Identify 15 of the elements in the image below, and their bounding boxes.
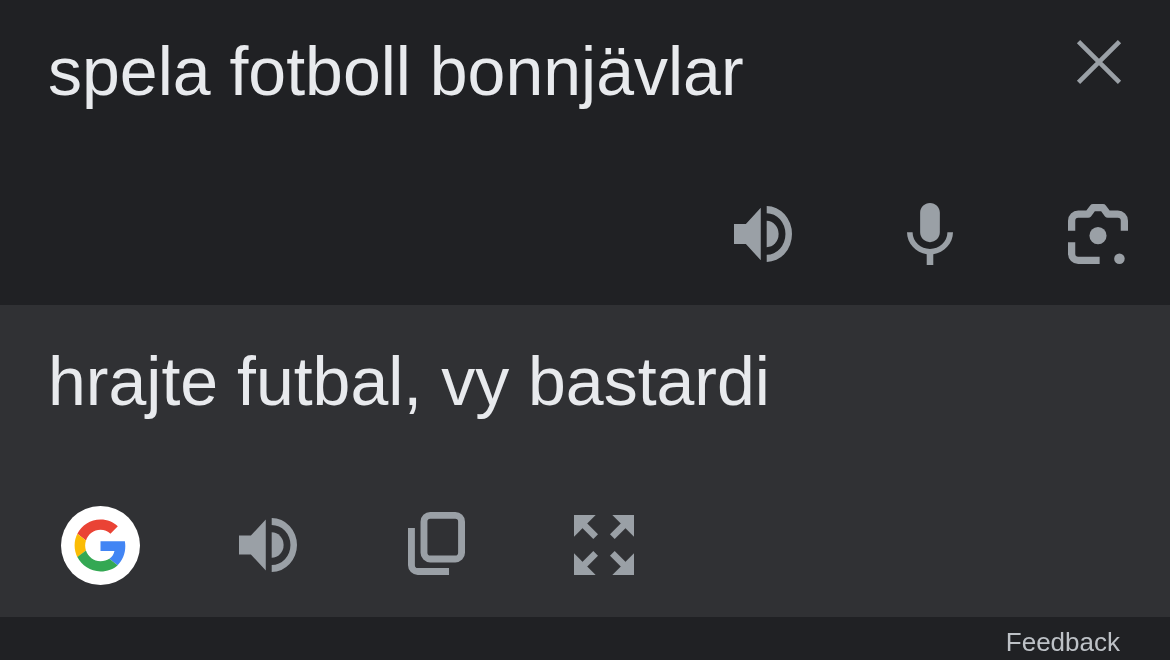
fullscreen-icon	[574, 515, 634, 575]
translation-text: hrajte futbal, vy bastardi	[48, 342, 771, 420]
close-icon	[1076, 39, 1122, 85]
copy-icon	[407, 512, 465, 578]
feedback-link[interactable]: Feedback	[1005, 628, 1120, 656]
google-button[interactable]	[60, 505, 140, 585]
camera-icon	[1068, 204, 1128, 264]
camera-button[interactable]	[1068, 204, 1128, 264]
source-text-field[interactable]: spela fotboll bonnjävlar	[48, 32, 744, 110]
microphone-icon	[907, 203, 953, 265]
speaker-icon	[239, 518, 297, 572]
google-logo-icon	[60, 505, 140, 585]
clear-button[interactable]	[1076, 39, 1122, 85]
speaker-icon	[734, 206, 792, 262]
listen-button[interactable]	[734, 204, 792, 264]
